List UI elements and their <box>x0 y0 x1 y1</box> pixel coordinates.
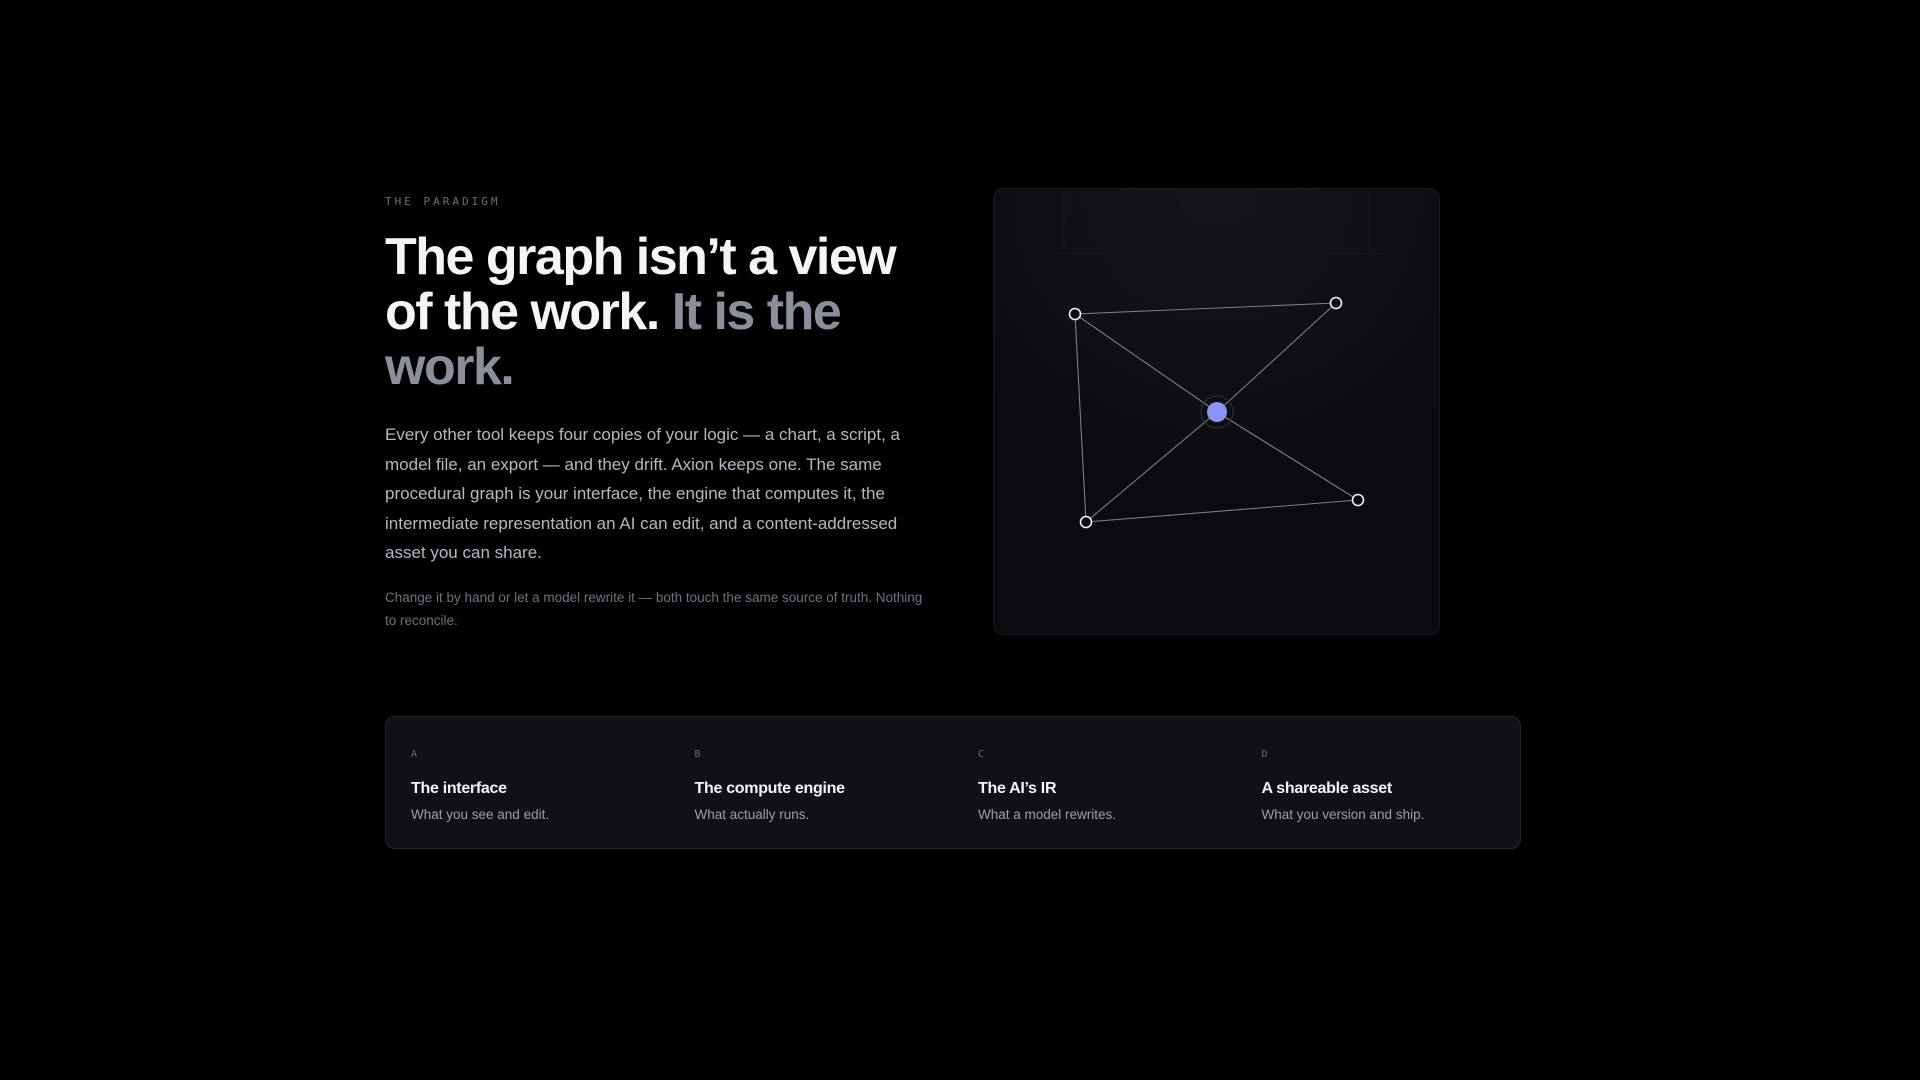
page: THE PARADIGM The graph isn’t a view of t… <box>0 0 1920 1080</box>
role-card-ai-ir: C The AI’s IR What a model rewrites. <box>953 717 1237 848</box>
card-description: What you version and ship. <box>1261 807 1425 822</box>
page-title: The graph isn’t a view of the work. It i… <box>385 230 945 395</box>
graph-illustration-panel <box>993 188 1440 635</box>
role-card-interface: A The interface What you see and edit. <box>386 717 670 848</box>
card-description: What actually runs. <box>694 807 810 822</box>
graph-node <box>1068 307 1082 321</box>
card-description: What you see and edit. <box>411 807 550 822</box>
card-title: The AI’s IR <box>978 780 1057 797</box>
center-node <box>1207 402 1227 422</box>
card-letter: C <box>978 749 986 760</box>
card-title: The compute engine <box>694 780 845 797</box>
card-letter: B <box>694 749 702 760</box>
card-title: A shareable asset <box>1261 780 1393 797</box>
role-card-shareable-asset: D A shareable asset What you version and… <box>1237 717 1521 848</box>
section-eyebrow: THE PARADIGM <box>385 195 501 208</box>
roles-card-strip: A The interface What you see and edit. B… <box>385 716 1521 849</box>
lead-paragraph: Every other tool keeps four copies of yo… <box>385 425 900 562</box>
graph-node <box>1329 296 1343 310</box>
card-letter: A <box>411 749 419 760</box>
card-letter: D <box>1261 749 1269 760</box>
role-card-compute-engine: B The compute engine What actually runs. <box>670 717 954 848</box>
card-description: What a model rewrites. <box>978 807 1117 822</box>
graph-node <box>1079 515 1093 529</box>
card-title: The interface <box>411 780 507 797</box>
graph-illustration <box>994 189 1439 634</box>
graph-node <box>1351 493 1365 507</box>
aside-note: Change it by hand or let a model rewrite… <box>385 590 923 628</box>
